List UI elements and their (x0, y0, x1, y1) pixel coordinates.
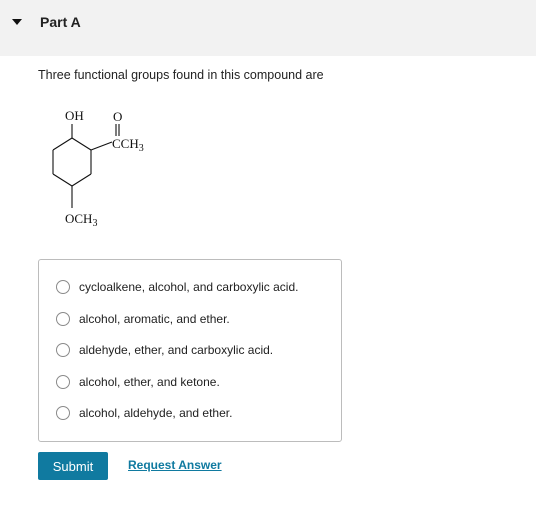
radio-button[interactable] (56, 280, 70, 294)
answer-choices: cycloalkene, alcohol, and carboxylic aci… (38, 259, 342, 442)
request-answer-link[interactable]: Request Answer (128, 458, 222, 472)
oh-label: OH (65, 108, 84, 123)
radio-button[interactable] (56, 406, 70, 420)
radio-button[interactable] (56, 312, 70, 326)
choice-label: alcohol, aromatic, and ether. (79, 312, 230, 326)
carbonyl-oxygen-label: O (113, 109, 122, 124)
choice-label: alcohol, aldehyde, and ether. (79, 406, 233, 420)
choice-5[interactable]: alcohol, aldehyde, and ether. (56, 404, 336, 422)
acetyl-label: CCH3 (112, 136, 144, 154)
methoxy-label: OCH3 (65, 211, 97, 229)
compound-structure-diagram: OH O CCH3 OCH3 (52, 108, 144, 229)
caret-down-icon[interactable] (12, 19, 22, 25)
acetyl-bond (90, 141, 113, 151)
choice-4[interactable]: alcohol, ether, and ketone. (56, 373, 336, 391)
choice-label: cycloalkene, alcohol, and carboxylic aci… (79, 280, 299, 294)
part-title: Part A (40, 14, 81, 30)
cyclohexane-ring (52, 137, 92, 187)
choice-3[interactable]: aldehyde, ether, and carboxylic acid. (56, 341, 336, 359)
choice-1[interactable]: cycloalkene, alcohol, and carboxylic aci… (56, 278, 336, 296)
choice-label: alcohol, ether, and ketone. (79, 375, 220, 389)
choice-2[interactable]: alcohol, aromatic, and ether. (56, 310, 336, 328)
part-header[interactable]: Part A (0, 0, 536, 56)
choice-label: aldehyde, ether, and carboxylic acid. (79, 343, 274, 357)
submit-button[interactable]: Submit (38, 452, 108, 480)
radio-button[interactable] (56, 375, 70, 389)
question-prompt: Three functional groups found in this co… (38, 68, 324, 82)
radio-button[interactable] (56, 343, 70, 357)
